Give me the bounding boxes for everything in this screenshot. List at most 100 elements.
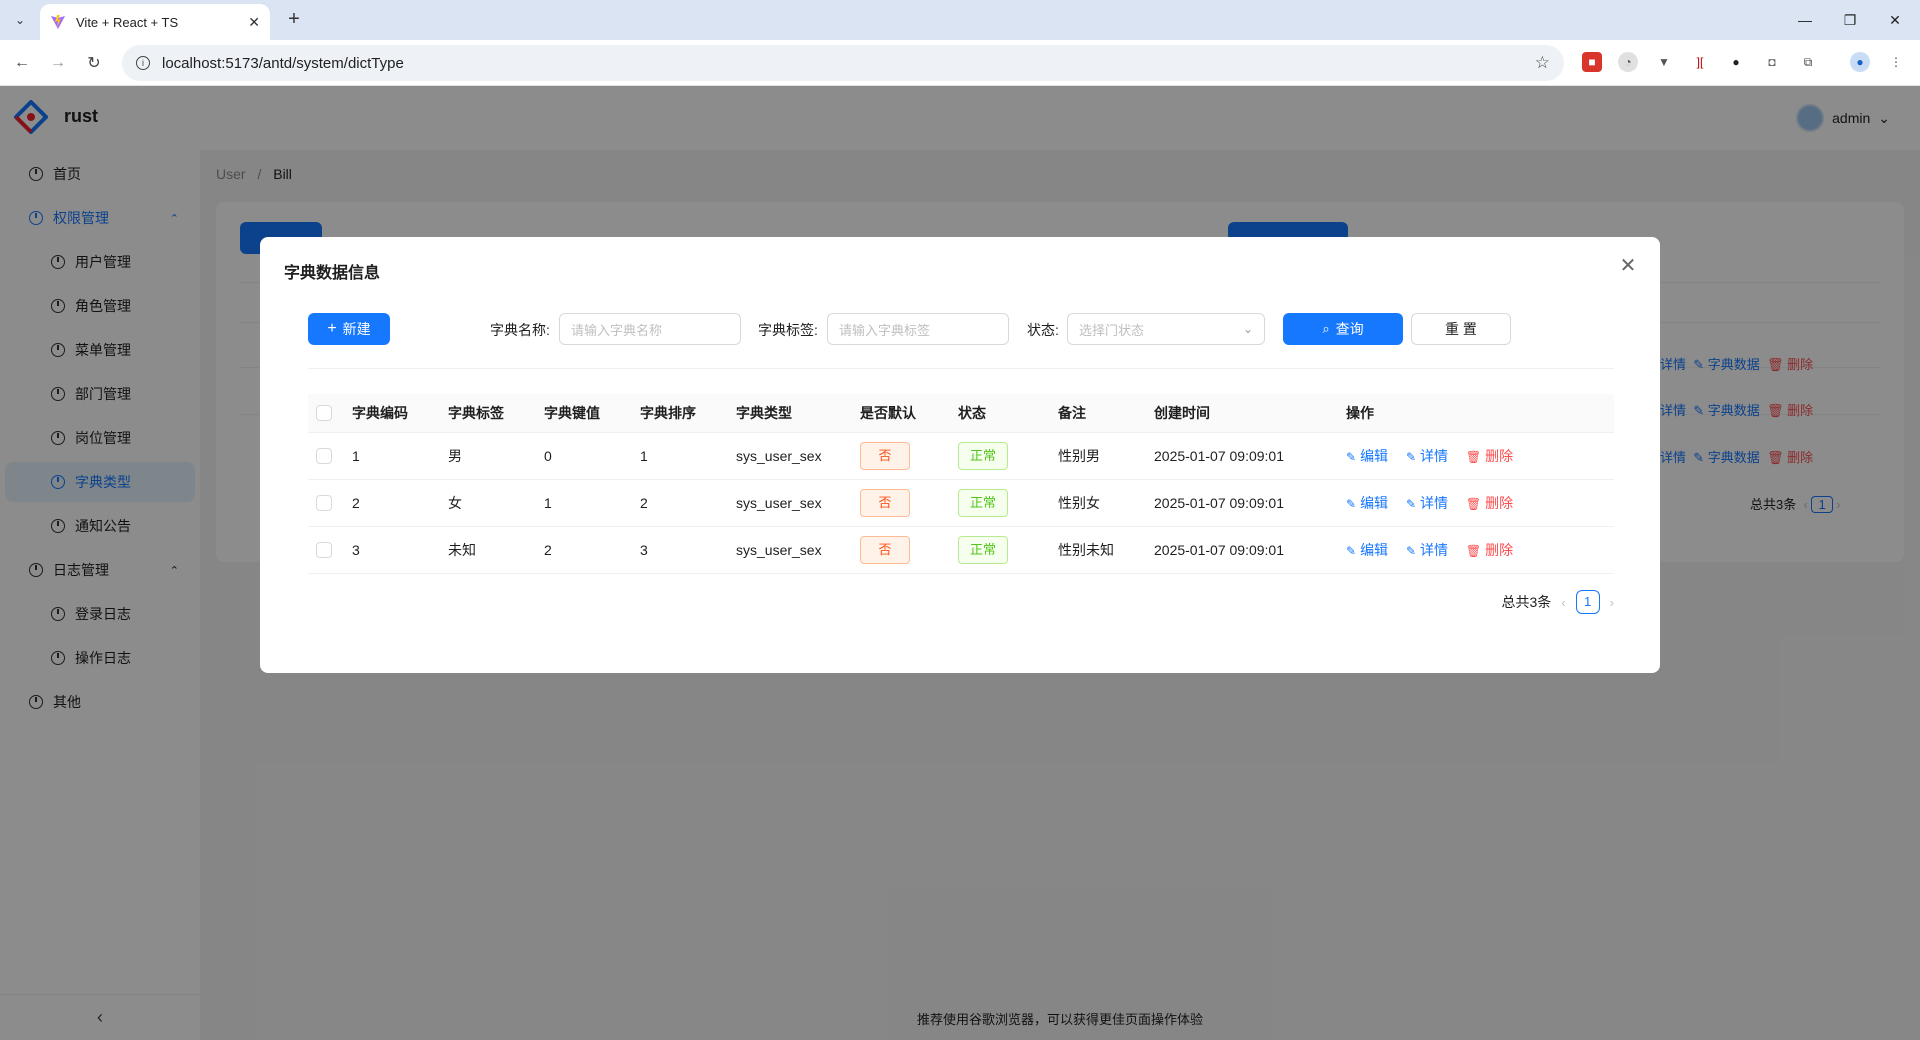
browser-tab[interactable]: Vite + React + TS ✕ — [40, 4, 270, 40]
cell-created: 2025-01-07 09:09:01 — [1146, 432, 1338, 480]
column-header[interactable]: 备注 — [1050, 394, 1146, 433]
new-tab-icon[interactable]: + — [282, 8, 306, 32]
select-all-checkbox[interactable] — [316, 405, 332, 422]
browser-menu-icon[interactable]: ⋮ — [1886, 52, 1906, 72]
dict-data-modal: 字典数据信息 ✕ + 新建 字典名称: 请输入字典名称 字典标签: 请输入字典标… — [260, 237, 1660, 673]
dict-tag-placeholder: 请输入字典标签 — [839, 322, 931, 338]
column-header[interactable]: 字典类型 — [728, 394, 852, 433]
cell-actions: ✎ 编辑 ✎ 详情 🗑 删除 — [1338, 432, 1614, 480]
close-icon[interactable]: ✕ — [1616, 253, 1640, 277]
edit-link[interactable]: ✎ 编辑 — [1346, 542, 1388, 558]
column-header[interactable]: 字典键值 — [536, 394, 632, 433]
new-button[interactable]: + 新建 — [308, 313, 390, 345]
tab-title: Vite + React + TS — [76, 14, 179, 30]
chevron-left-icon[interactable]: ‹ — [1561, 595, 1565, 610]
dict-name-label: 字典名称: — [490, 322, 550, 338]
cell-remark: 性别未知 — [1050, 526, 1146, 574]
status-placeholder: 选择门状态 — [1079, 322, 1145, 338]
status-label: 状态: — [1027, 322, 1059, 338]
extension-bracket-icon[interactable]: ][ — [1690, 52, 1710, 72]
cell-created: 2025-01-07 09:09:01 — [1146, 479, 1338, 527]
forward-icon[interactable]: → — [46, 51, 70, 75]
row-checkbox[interactable] — [316, 448, 332, 465]
search-icon: ⌕ — [1322, 321, 1330, 336]
default-tag: 否 — [860, 535, 910, 564]
profile-icon[interactable]: ● — [1850, 52, 1870, 72]
edit-link[interactable]: ✎ 编辑 — [1346, 448, 1388, 464]
dict-name-input[interactable]: 请输入字典名称 — [559, 313, 741, 345]
extension-red-icon[interactable]: ■ — [1582, 52, 1602, 72]
chevron-down-icon: ⌄ — [1242, 322, 1253, 336]
chevron-right-icon[interactable]: › — [1610, 595, 1614, 610]
status-select[interactable]: 选择门状态 ⌄ — [1067, 313, 1265, 345]
page-item-active[interactable]: 1 — [1575, 590, 1600, 614]
cell-default: 否 — [852, 432, 950, 480]
detail-link[interactable]: ✎ 详情 — [1406, 495, 1448, 511]
edit-icon: ✎ — [1346, 449, 1357, 464]
row-checkbox[interactable] — [316, 542, 332, 559]
edit-icon: ✎ — [1405, 496, 1417, 511]
restore-icon[interactable]: ❐ — [1830, 0, 1870, 40]
extension-vue-icon[interactable]: ▼ — [1654, 52, 1674, 72]
modal-title: 字典数据信息 — [284, 265, 381, 282]
edit-icon: ✎ — [1346, 543, 1357, 558]
edit-link[interactable]: ✎ 编辑 — [1346, 495, 1388, 511]
row-select-cell — [308, 479, 344, 527]
reload-icon[interactable]: ↻ — [82, 51, 106, 75]
address-bar[interactable]: i localhost:5173/antd/system/dictType ☆ — [122, 45, 1564, 81]
column-header[interactable]: 字典标签 — [440, 394, 536, 433]
tab-search-chevron-icon[interactable]: ⌄ — [8, 8, 32, 32]
tab-close-icon[interactable]: ✕ — [248, 14, 260, 31]
dict-tag-label: 字典标签: — [758, 322, 818, 338]
cell-actions: ✎ 编辑 ✎ 详情 🗑 删除 — [1338, 479, 1614, 527]
cell-status: 正常 — [950, 479, 1050, 527]
delete-link[interactable]: 🗑 删除 — [1466, 495, 1513, 511]
cell-remark: 性别男 — [1050, 432, 1146, 480]
cell-type: sys_user_sex — [728, 526, 852, 574]
extension-bear-icon[interactable]: ● — [1726, 52, 1746, 72]
row-checkbox[interactable] — [316, 495, 332, 512]
extension-camera-icon[interactable]: ◘ — [1762, 52, 1782, 72]
cell-code: 2 — [344, 479, 440, 527]
trash-icon: 🗑 — [1465, 496, 1482, 511]
query-button-label: 查询 — [1335, 321, 1364, 337]
cell-value: 2 — [536, 526, 632, 574]
column-header[interactable]: 是否默认 — [852, 394, 950, 433]
cell-label: 男 — [440, 432, 536, 480]
column-header[interactable]: 状态 — [950, 394, 1050, 433]
back-icon[interactable]: ← — [10, 51, 34, 75]
detail-link[interactable]: ✎ 详情 — [1406, 542, 1448, 558]
dict-tag-input[interactable]: 请输入字典标签 — [827, 313, 1009, 345]
table-row: 2 女 1 2 sys_user_sex 否 正常 性别女 2025-01-07… — [308, 479, 1614, 527]
column-header[interactable]: 创建时间 — [1146, 394, 1338, 433]
cell-sort: 2 — [632, 479, 728, 527]
address-toolbar: ← → ↻ i localhost:5173/antd/system/dictT… — [0, 40, 1920, 86]
pagination: 总共3条 ‹ 1 › — [1502, 590, 1614, 614]
default-tag: 否 — [860, 488, 910, 517]
new-button-label: 新建 — [342, 321, 371, 337]
edit-icon: ✎ — [1405, 543, 1417, 558]
status-badge: 正常 — [958, 488, 1008, 517]
cell-sort: 3 — [632, 526, 728, 574]
default-tag: 否 — [860, 441, 910, 470]
detail-link[interactable]: ✎ 详情 — [1406, 448, 1448, 464]
delete-link[interactable]: 🗑 删除 — [1466, 542, 1513, 558]
vite-favicon-icon — [50, 14, 66, 30]
cell-default: 否 — [852, 479, 950, 527]
minimize-icon[interactable]: — — [1785, 0, 1825, 40]
reset-button[interactable]: 重 置 — [1411, 313, 1511, 345]
query-button[interactable]: ⌕ 查询 — [1283, 313, 1403, 345]
extension-face-icon[interactable]: ◔ — [1618, 52, 1638, 72]
extensions-puzzle-icon[interactable]: ⧉ — [1798, 52, 1818, 72]
divider — [308, 368, 1614, 369]
column-header[interactable]: 字典排序 — [632, 394, 728, 433]
delete-link[interactable]: 🗑 删除 — [1466, 448, 1513, 464]
cell-remark: 性别女 — [1050, 479, 1146, 527]
cell-status: 正常 — [950, 526, 1050, 574]
column-header[interactable]: 字典编码 — [344, 394, 440, 433]
row-select-cell — [308, 432, 344, 480]
window-close-icon[interactable]: ✕ — [1875, 0, 1915, 40]
cell-sort: 1 — [632, 432, 728, 480]
bookmark-star-icon[interactable]: ☆ — [1535, 53, 1550, 73]
site-info-icon[interactable]: i — [136, 56, 150, 70]
